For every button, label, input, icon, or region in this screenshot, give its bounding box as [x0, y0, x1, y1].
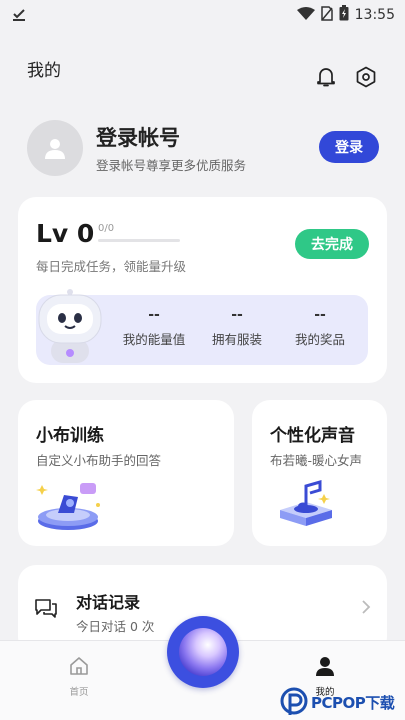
user-icon [295, 655, 355, 681]
voice-illustration-icon [276, 476, 336, 534]
login-button[interactable]: 登录 [319, 131, 379, 163]
page-title: 我的 [27, 61, 61, 81]
notification-check-icon [12, 6, 26, 25]
training-illustration-icon [36, 475, 106, 535]
notification-bell-icon[interactable] [315, 66, 337, 88]
robot-mascot-icon [35, 287, 105, 365]
stat-prizes[interactable]: -- 我的奖品 [280, 307, 360, 348]
chat-history-title: 对话记录 [76, 593, 141, 612]
level-progress-bar [98, 239, 180, 242]
nav-home[interactable]: 首页 [49, 655, 109, 698]
settings-gear-icon[interactable] [355, 66, 377, 88]
voice-card[interactable]: 个性化声音 布若曦-暖心女声 [252, 400, 387, 546]
chat-history-subtitle: 今日对话 0 次 [76, 619, 155, 634]
training-subtitle: 自定义小布助手的回答 [36, 453, 162, 468]
training-card[interactable]: 小布训练 自定义小布助手的回答 [18, 400, 234, 546]
chat-history-icon [34, 597, 58, 623]
stat-outfits-label: 拥有服装 [211, 332, 262, 347]
wifi-icon [296, 6, 315, 25]
voice-subtitle: 布若曦-暖心女声 [270, 453, 363, 468]
watermark-text: PCPOP下载 [311, 693, 395, 712]
avatar[interactable] [27, 120, 83, 176]
pcpop-logo-icon [280, 687, 308, 715]
home-icon [49, 655, 109, 681]
stat-outfits-value: -- [231, 307, 243, 323]
status-time: 13:55 [354, 7, 395, 23]
no-sim-icon [320, 5, 333, 25]
level-card: Lv 0 0/0 每日完成任务，领能量升级 去完成 -- 我的能量值 -- 拥有… [18, 197, 387, 383]
voice-assistant-button[interactable] [167, 616, 239, 688]
level-progress-text: 0/0 [98, 223, 115, 234]
battery-charging-icon [339, 5, 349, 25]
training-title: 小布训练 [36, 426, 104, 446]
chevron-right-icon [361, 599, 371, 619]
stat-prizes-label: 我的奖品 [294, 332, 345, 347]
login-account-title[interactable]: 登录帐号 [96, 122, 180, 152]
status-bar: 13:55 [0, 0, 405, 30]
level-title: Lv 0 [36, 219, 95, 248]
stat-energy-value: -- [148, 307, 160, 323]
voice-title: 个性化声音 [270, 426, 355, 446]
complete-task-button[interactable]: 去完成 [295, 229, 369, 259]
stat-prizes-value: -- [314, 307, 326, 323]
stat-energy-label: 我的能量值 [122, 332, 186, 347]
stat-outfits[interactable]: -- 拥有服装 [197, 307, 277, 348]
watermark: PCPOP下载 [280, 684, 405, 720]
login-account-subtitle: 登录帐号尊享更多优质服务 [96, 158, 247, 173]
assistant-orb-icon [179, 628, 227, 676]
level-description: 每日完成任务，领能量升级 [36, 259, 187, 274]
stat-energy[interactable]: -- 我的能量值 [114, 307, 194, 348]
nav-home-label: 首页 [69, 687, 89, 698]
